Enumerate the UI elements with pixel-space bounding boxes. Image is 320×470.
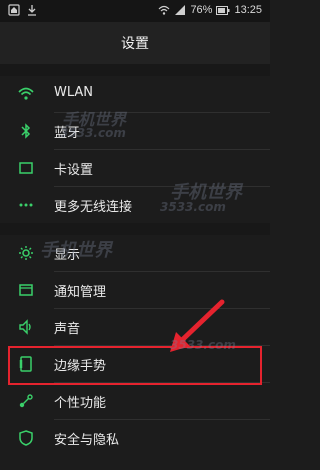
battery-percent: 76% bbox=[190, 4, 213, 16]
signal-icon bbox=[175, 5, 186, 15]
settings-item-security[interactable]: 安全与隐私 bbox=[0, 420, 270, 456]
wifi-status-icon bbox=[159, 5, 170, 15]
download-icon bbox=[28, 5, 36, 16]
status-bar: 76% 13:25 bbox=[0, 0, 270, 22]
personalize-icon bbox=[19, 394, 33, 408]
status-left bbox=[8, 4, 38, 16]
settings-item-label: 安全与隐私 bbox=[54, 433, 120, 448]
app-header: 设置 bbox=[0, 22, 270, 64]
shield-icon bbox=[19, 430, 33, 446]
section-spacer bbox=[0, 64, 270, 76]
settings-item-personalize[interactable]: 个性功能 bbox=[0, 383, 270, 419]
settings-item-wlan[interactable]: WLAN bbox=[0, 76, 270, 112]
speaker-icon bbox=[19, 319, 31, 335]
watermark-domain: 3533.com bbox=[160, 200, 226, 214]
bluetooth-icon bbox=[21, 123, 31, 139]
page-title: 设置 bbox=[121, 36, 149, 52]
settings-item-bluetooth[interactable]: 蓝牙 bbox=[0, 113, 270, 149]
battery-icon bbox=[216, 5, 230, 15]
watermark-domain: 3533.com bbox=[170, 338, 236, 352]
more-dots-icon bbox=[19, 203, 33, 207]
watermark-brand: 手机世界 bbox=[40, 240, 112, 261]
wifi-icon bbox=[18, 87, 34, 100]
watermark-domain: 3533.com bbox=[60, 126, 126, 140]
brightness-icon bbox=[19, 246, 33, 260]
settings-item-label: WLAN bbox=[54, 85, 94, 100]
sim-card-icon bbox=[19, 162, 33, 174]
status-right: 76% 13:25 bbox=[158, 4, 262, 16]
settings-item-label: 通知管理 bbox=[54, 285, 107, 300]
notification-icon bbox=[19, 284, 33, 296]
clock: 13:25 bbox=[234, 4, 262, 16]
settings-item-label: 个性功能 bbox=[54, 396, 107, 411]
settings-item-label: 声音 bbox=[54, 322, 81, 337]
section-spacer bbox=[0, 223, 270, 235]
home-icon bbox=[8, 4, 20, 16]
settings-item-label: 卡设置 bbox=[54, 163, 94, 178]
settings-item-label: 更多无线连接 bbox=[54, 200, 133, 215]
